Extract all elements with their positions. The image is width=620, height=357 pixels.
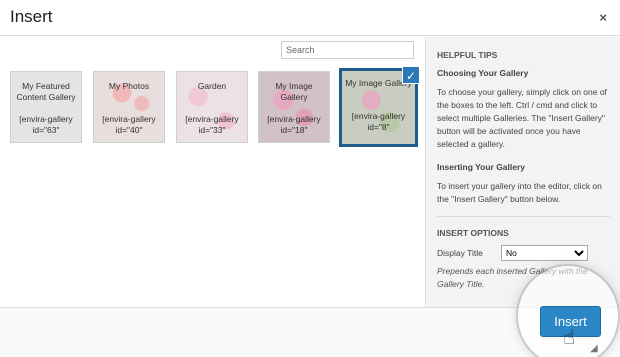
gallery-title: Garden	[197, 81, 227, 91]
choosing-gallery-heading: Choosing Your Gallery	[437, 68, 529, 78]
inserting-gallery-heading: Inserting Your Gallery	[437, 162, 526, 172]
modal-header: Insert ×	[0, 0, 620, 36]
gallery-title: My Featured Content Gallery	[16, 81, 76, 102]
gallery-shortcode: [envira-gallery id="63"	[19, 114, 73, 135]
resize-handle-icon[interactable]: ◢	[590, 343, 598, 354]
gallery-item[interactable]: My Photos [envira-gallery id="40"	[93, 71, 165, 143]
gallery-item[interactable]: Garden [envira-gallery id="33"	[176, 71, 248, 143]
gallery-item[interactable]: My Featured Content Gallery [envira-gall…	[10, 71, 82, 143]
gallery-item[interactable]: My Image Gallery [envira-gallery id="18"	[258, 71, 330, 143]
insert-options-heading: INSERT OPTIONS	[437, 228, 509, 238]
gallery-shortcode: [envira-gallery id="33"	[185, 114, 239, 135]
check-icon[interactable]: ✓	[402, 66, 420, 84]
inserting-gallery-text: To insert your gallery into the editor, …	[437, 181, 602, 204]
display-title-select[interactable]: No	[501, 245, 588, 261]
display-title-row: Display Title No	[437, 245, 610, 261]
modal-title: Insert	[10, 7, 53, 26]
divider	[437, 216, 610, 217]
gallery-shortcode: [envira-gallery id="8"	[351, 111, 406, 132]
gallery-shortcode: [envira-gallery id="18"	[267, 114, 321, 135]
gallery-title: My Image Gallery	[275, 81, 313, 102]
close-icon[interactable]: ×	[599, 10, 607, 25]
display-title-label: Display Title	[437, 247, 483, 258]
hand-cursor-icon: ☝	[563, 327, 576, 349]
choosing-gallery-text: To choose your gallery, simply click on …	[437, 87, 607, 149]
search-input[interactable]	[281, 41, 414, 59]
sidebar: HELPFUL TIPS Choosing Your Gallery To ch…	[425, 37, 620, 307]
gallery-shortcode: [envira-gallery id="40"	[102, 114, 156, 135]
gallery-title: My Photos	[108, 81, 150, 91]
helpful-tips-heading: HELPFUL TIPS	[437, 50, 498, 60]
